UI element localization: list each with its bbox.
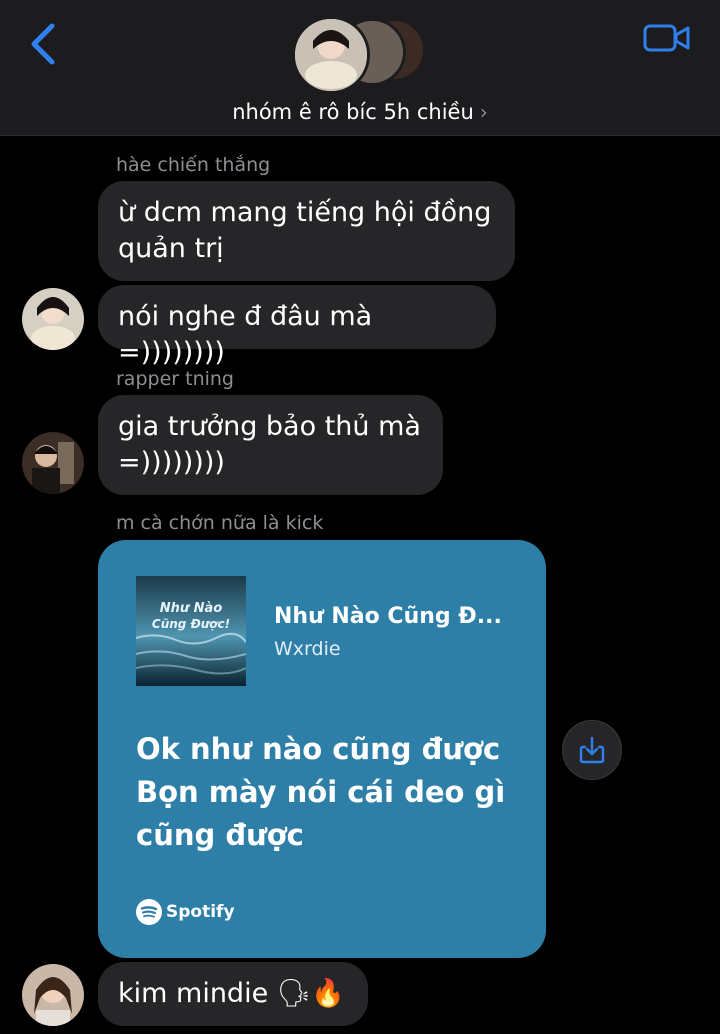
video-camera-icon [643, 24, 690, 52]
track-artist: Wxrdie [274, 638, 341, 660]
spotify-wordmark: Spotify [166, 902, 235, 922]
message-line: quản trị [118, 233, 224, 264]
message-bubble[interactable]: ừ dcm mang tiếng hội đồng quản trị [98, 181, 515, 281]
message-bubble[interactable]: kim mindie 🗣🔥 [98, 962, 368, 1026]
lyrics: Ok như nào cũng được Bọn mày nói cái deo… [136, 728, 516, 857]
chevron-right-icon: › [479, 100, 488, 124]
message-line: gia trưởng bảo thủ mà [118, 411, 421, 442]
group-title[interactable]: nhóm ê rô bíc 5h chiều › [0, 100, 720, 124]
avatar[interactable] [22, 288, 84, 350]
lyric-line: Bọn mày nói cái deo gì [136, 775, 506, 809]
spotify-share-card[interactable]: Như Nào Cũng Được! Như Nào Cũng Đ... Wxr… [98, 540, 546, 958]
album-art: Như Nào Cũng Được! [136, 576, 246, 686]
avatar[interactable] [22, 432, 84, 494]
back-button[interactable] [26, 20, 66, 68]
group-name: nhóm ê rô bíc 5h chiều [232, 100, 474, 124]
share-download-icon [579, 736, 605, 764]
svg-text:Như Nào: Như Nào [160, 601, 223, 616]
sender-name: hàe chiến thắng [116, 154, 271, 176]
spotify-icon [136, 899, 162, 925]
message-text: nói nghe đ đâu mà =)))))))) [118, 301, 373, 368]
lyric-line: Ok như nào cũng được [136, 732, 501, 766]
message-text: kim mindie [118, 978, 269, 1009]
message-line: =)))))))) [118, 447, 225, 478]
message-emoji: 🗣🔥 [276, 978, 345, 1009]
chevron-left-icon [31, 23, 55, 65]
chat-header: nhóm ê rô bíc 5h chiều › [0, 0, 720, 136]
svg-text:Cũng Được!: Cũng Được! [152, 617, 230, 631]
video-call-button[interactable] [642, 20, 692, 56]
share-button[interactable] [562, 720, 622, 780]
sender-name: rapper tning [116, 368, 234, 390]
message-bubble[interactable]: gia trưởng bảo thủ mà =)))))))) [98, 395, 443, 495]
avatar [292, 16, 370, 94]
sender-name: m cà chớn nữa là kick [116, 512, 324, 534]
message-bubble[interactable]: nói nghe đ đâu mà =)))))))) [98, 285, 496, 368]
lyric-line: cũng được [136, 818, 304, 852]
spotify-logo: Spotify [136, 898, 235, 926]
avatar[interactable] [22, 964, 84, 1026]
message-line: ừ dcm mang tiếng hội đồng [118, 197, 492, 228]
group-avatars[interactable] [292, 16, 432, 96]
track-title: Như Nào Cũng Đ... [274, 604, 502, 629]
